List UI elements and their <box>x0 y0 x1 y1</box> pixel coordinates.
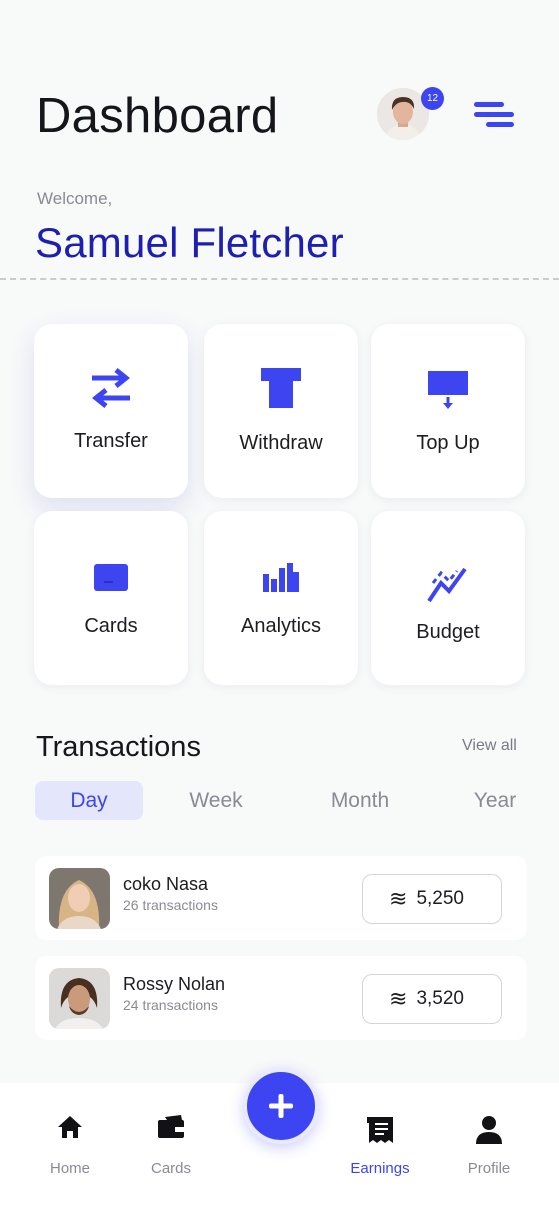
contact-avatar <box>49 968 110 1029</box>
nav-cards[interactable]: Cards <box>131 1083 211 1210</box>
withdraw-icon <box>261 368 301 408</box>
notification-badge: 12 <box>421 87 444 110</box>
top-up-label: Top Up <box>416 432 480 454</box>
transaction-count: 26 transactions <box>123 897 218 913</box>
user-name: Samuel Fletcher <box>35 219 344 266</box>
menu-button[interactable] <box>472 100 516 132</box>
menu-icon <box>474 102 514 127</box>
nav-earnings[interactable]: Earnings <box>340 1083 420 1210</box>
budget-icon <box>427 567 467 603</box>
withdraw-tile[interactable]: Withdraw <box>204 324 358 498</box>
receipt-icon <box>367 1117 393 1143</box>
amount-value: 3,520 <box>416 988 464 1009</box>
tab-week[interactable]: Week <box>172 781 260 820</box>
nav-home[interactable]: Home <box>30 1083 110 1210</box>
tab-day[interactable]: Day <box>35 781 143 820</box>
view-all-link[interactable]: View all <box>462 737 517 755</box>
page-title: Dashboard <box>36 89 279 143</box>
nav-cards-label: Cards <box>150 1160 191 1177</box>
budget-tile[interactable]: Budget <box>371 511 525 685</box>
person-icon <box>476 1116 502 1144</box>
cards-label: Cards <box>84 615 138 637</box>
nav-profile[interactable]: Profile <box>449 1083 529 1210</box>
nav-profile-label: Profile <box>467 1160 511 1177</box>
transaction-item[interactable]: Rossy Nolan 24 transactions ≋ 3,520 <box>35 956 527 1040</box>
nav-earnings-label: Earnings <box>350 1160 410 1177</box>
transaction-item[interactable]: coko Nasa 26 transactions ≋ 5,250 <box>35 856 527 940</box>
withdraw-label: Withdraw <box>239 432 323 454</box>
tab-month[interactable]: Month <box>314 781 406 820</box>
amount-box: ≋ 3,520 <box>362 974 502 1024</box>
contact-name: Rossy Nolan <box>123 974 226 994</box>
transfer-label: Transfer <box>74 430 148 452</box>
analytics-icon <box>263 563 299 592</box>
transfer-tile[interactable]: Transfer <box>34 324 188 498</box>
dashed-divider <box>0 278 559 280</box>
add-button[interactable] <box>243 1068 319 1144</box>
home-icon <box>58 1116 82 1138</box>
transfer-icon <box>91 368 131 408</box>
card-icon <box>94 564 128 591</box>
dashboard-screen: Dashboard 12 Welcome, Samuel Fletcher Tr… <box>0 0 559 1210</box>
analytics-label: Analytics <box>240 615 322 637</box>
amount-box: ≋ 5,250 <box>362 874 502 924</box>
wallet-icon <box>158 1115 184 1138</box>
transactions-title: Transactions <box>36 731 201 763</box>
top-up-icon <box>428 371 468 409</box>
contact-avatar <box>49 868 110 929</box>
welcome-label: Welcome, <box>37 189 113 208</box>
nav-home-label: Home <box>49 1160 90 1177</box>
budget-label: Budget <box>416 621 480 643</box>
currency-icon: ≋ <box>389 886 408 911</box>
contact-name: coko Nasa <box>123 874 209 894</box>
currency-icon: ≋ <box>389 986 408 1011</box>
plus-icon <box>269 1094 293 1118</box>
top-up-tile[interactable]: Top Up <box>371 324 525 498</box>
contact-portrait-icon <box>49 968 110 1029</box>
cards-tile[interactable]: Cards <box>34 511 188 685</box>
transaction-count: 24 transactions <box>123 997 218 1013</box>
contact-portrait-icon <box>49 868 110 929</box>
amount-value: 5,250 <box>416 888 464 909</box>
analytics-tile[interactable]: Analytics <box>204 511 358 685</box>
tab-year[interactable]: Year <box>462 781 528 820</box>
